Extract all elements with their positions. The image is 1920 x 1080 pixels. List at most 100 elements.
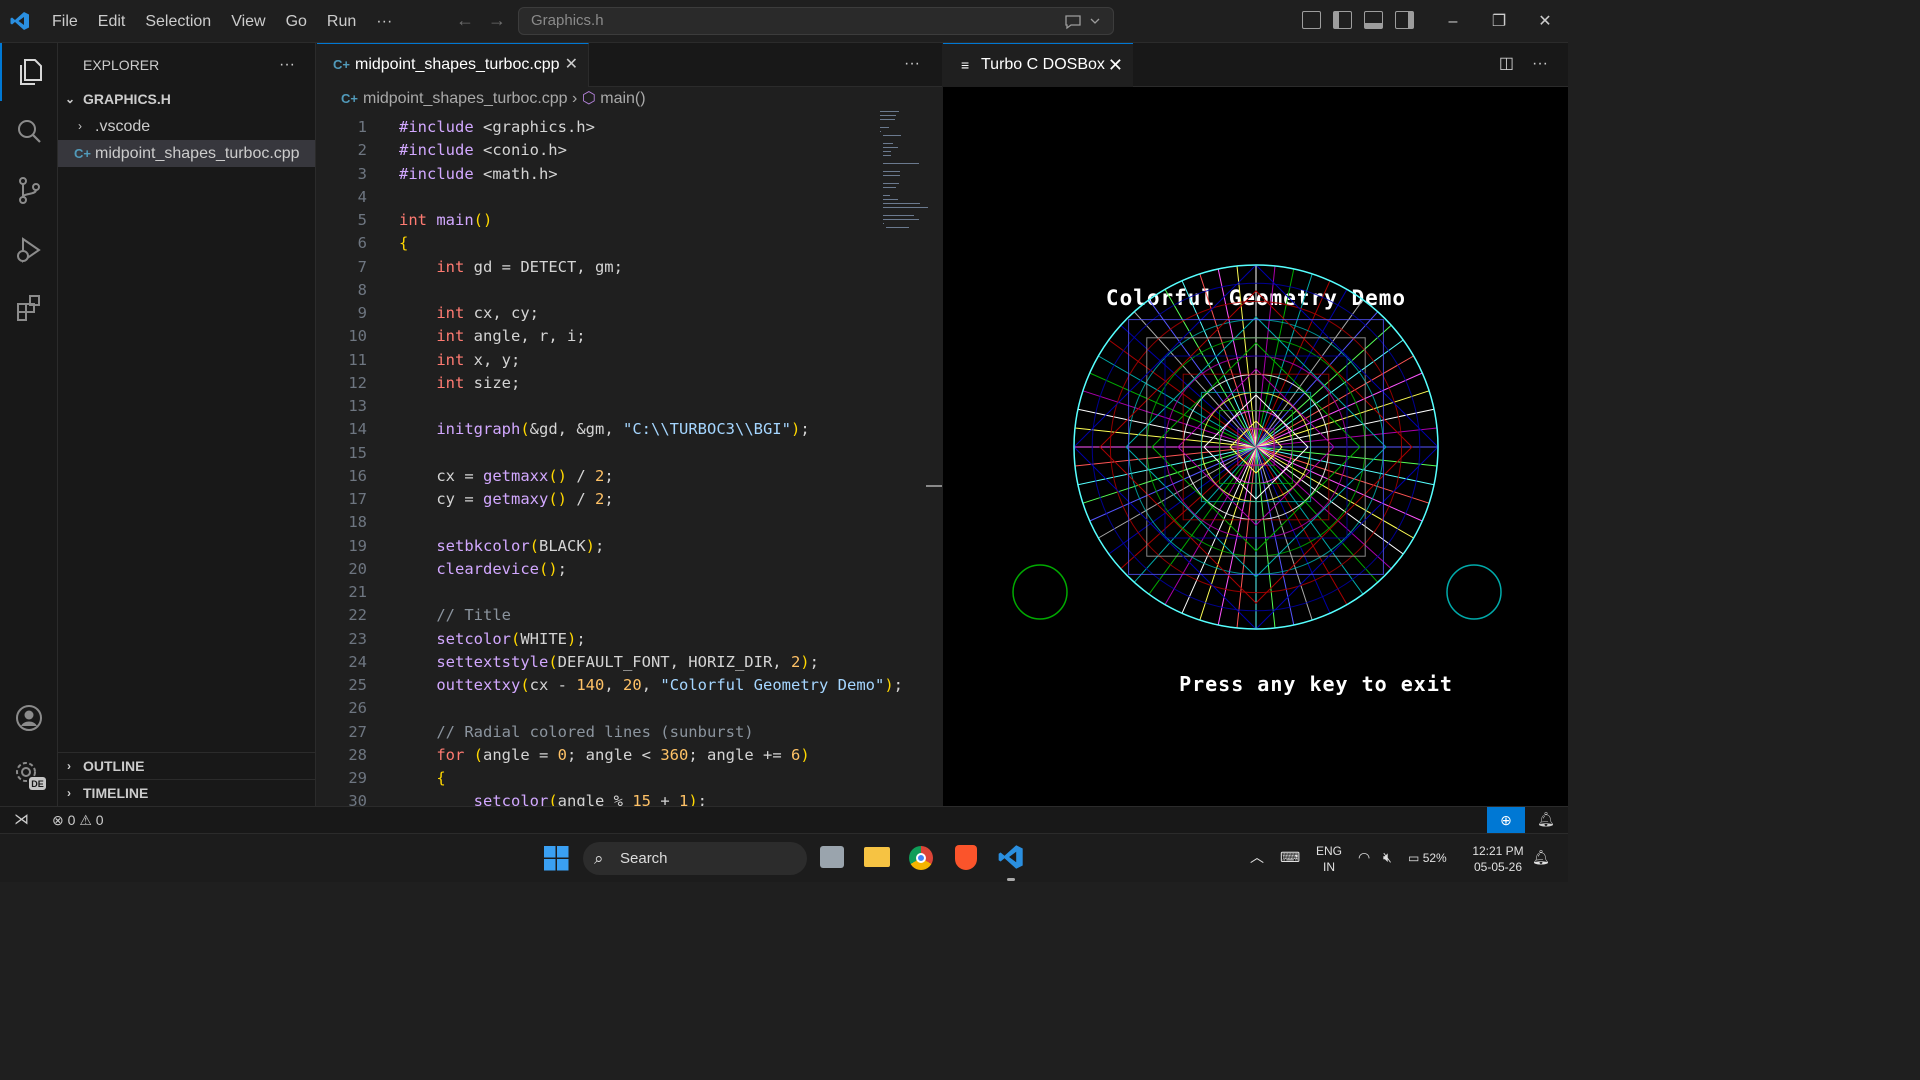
vscode-taskbar-icon[interactable]	[998, 844, 1024, 881]
explorer-more-icon[interactable]: ···	[279, 43, 295, 87]
taskbar-search[interactable]: ⌕ Search	[583, 842, 807, 875]
line-number: 11	[348, 350, 367, 369]
code-line[interactable]: 29 {	[317, 767, 917, 790]
breadcrumb-file[interactable]: midpoint_shapes_turboc.cpp	[363, 90, 568, 107]
chrome-icon[interactable]	[909, 846, 933, 870]
minimap[interactable]	[880, 111, 929, 237]
minimize-icon[interactable]: –	[1430, 0, 1476, 43]
menu-edit[interactable]: Edit	[86, 0, 134, 43]
volume-muted-icon[interactable]: 🔇︎	[1383, 849, 1392, 865]
toggle-primary-sidebar-icon[interactable]	[1333, 11, 1352, 29]
minimap-line	[883, 215, 914, 216]
code-line[interactable]: 5 int main()	[317, 209, 917, 232]
code-line[interactable]: 27 // Radial colored lines (sunburst)	[317, 721, 917, 744]
code-line[interactable]: 6{	[317, 232, 917, 255]
clock[interactable]: 12:21 PM 05-05-26	[1470, 843, 1526, 875]
code-line[interactable]: 9 int cx, cy;	[317, 302, 917, 325]
menu-go[interactable]: Go	[274, 0, 315, 43]
menu-run[interactable]: Run	[315, 0, 364, 43]
code-line[interactable]: 16 cx = getmaxx() / 2;	[317, 465, 917, 488]
toggle-panel-icon[interactable]	[1364, 11, 1383, 29]
settings-gear-icon[interactable]: DE	[0, 745, 58, 803]
menu-file[interactable]: File	[40, 0, 86, 43]
minimap-line	[883, 147, 898, 148]
code-line[interactable]: 22 // Title	[317, 604, 917, 627]
explorer-icon[interactable]	[0, 43, 58, 101]
code-line[interactable]: 18	[317, 511, 917, 534]
code-line[interactable]: 8	[317, 279, 917, 302]
menu-selection[interactable]: Selection	[133, 0, 219, 43]
code-line[interactable]: 1 #include <graphics.h>	[317, 116, 917, 139]
dosbox-screen[interactable]: Colorful Geometry Demo Press any key to …	[943, 87, 1568, 806]
close-tab-icon[interactable]: ✕	[565, 44, 578, 86]
code-line[interactable]: 4	[317, 186, 917, 209]
code-line[interactable]: 15	[317, 442, 917, 465]
code-text: setcolor(angle % 15 + 1);	[473, 792, 708, 806]
customize-layout-icon[interactable]	[1302, 11, 1321, 29]
restore-icon[interactable]: ❐	[1476, 0, 1522, 43]
code-line[interactable]: 10 int angle, r, i;	[317, 325, 917, 348]
tab-turbo-c-dosbox[interactable]: ≡ Turbo C DOSBox ✕	[943, 43, 1133, 87]
breadcrumb-symbol[interactable]: main()	[600, 90, 645, 107]
code-line[interactable]: 7 int gd = DETECT, gm;	[317, 256, 917, 279]
battery-indicator[interactable]: ▭ 52%	[1408, 850, 1447, 866]
folder-vscode[interactable]: › .vscode	[58, 113, 315, 140]
code-line[interactable]: 17 cy = getmaxy() / 2;	[317, 488, 917, 511]
code-line[interactable]: 11 int x, y;	[317, 349, 917, 372]
language-indicator[interactable]: ENG IN	[1314, 843, 1344, 875]
back-arrow-icon[interactable]: ←	[456, 10, 474, 31]
keyboard-icon[interactable]: ⌨	[1280, 849, 1300, 865]
timeline-section[interactable]: › TIMELINE	[58, 779, 316, 806]
code-text: int angle, r, i;	[436, 327, 586, 346]
folder-root[interactable]: ⌄ GRAPHICS.H	[58, 86, 315, 113]
notification-icon[interactable]: 🔔︎	[1532, 849, 1550, 865]
menu-view[interactable]: View	[219, 0, 273, 43]
brave-icon[interactable]	[955, 845, 977, 870]
code-line[interactable]: 20 cleardevice();	[317, 558, 917, 581]
windows-start-icon[interactable]	[544, 846, 569, 876]
outline-section[interactable]: › OUTLINE	[58, 752, 316, 779]
code-line[interactable]: 13	[317, 395, 917, 418]
code-line[interactable]: 3 #include <math.h>	[317, 163, 917, 186]
wifi-icon[interactable]: ◠	[1358, 849, 1370, 865]
code-line[interactable]: 21	[317, 581, 917, 604]
file-explorer-icon[interactable]	[864, 847, 890, 867]
extensions-icon[interactable]	[0, 279, 58, 337]
code-line[interactable]: 2 #include <conio.h>	[317, 139, 917, 162]
search-icon[interactable]	[0, 103, 58, 161]
file-midpoint-shapes[interactable]: C+ midpoint_shapes_turboc.cpp	[58, 140, 315, 167]
scrollbar-indicator[interactable]	[926, 485, 942, 487]
code-line[interactable]: 24 settextstyle(DEFAULT_FONT, HORIZ_DIR,…	[317, 651, 917, 674]
code-text: cy = getmaxy() / 2;	[399, 490, 614, 508]
line-number: 7	[357, 257, 367, 276]
show-hidden-icons-icon[interactable]: ︿	[1250, 849, 1264, 865]
code-line[interactable]: 28 for (angle = 0; angle < 360; angle +=…	[317, 744, 917, 767]
command-center-search[interactable]: Graphics.h	[518, 7, 1114, 35]
code-line[interactable]: 23 setcolor(WHITE);	[317, 628, 917, 651]
code-line[interactable]: 30 setcolor(angle % 15 + 1);	[317, 790, 917, 806]
forward-arrow-icon[interactable]: →	[488, 10, 506, 31]
run-debug-icon[interactable]	[0, 221, 58, 279]
editor-more-icon[interactable]: ···	[904, 43, 920, 85]
tab-midpoint-shapes[interactable]: C+ midpoint_shapes_turboc.cpp ✕	[317, 43, 589, 87]
zoom-icon[interactable]: ⊕	[1487, 807, 1525, 833]
split-editor-icon[interactable]: ◫	[1499, 43, 1514, 85]
menu-more[interactable]: ···	[364, 0, 400, 43]
toggle-secondary-sidebar-icon[interactable]	[1395, 11, 1414, 29]
close-window-icon[interactable]: ✕	[1522, 0, 1568, 43]
code-line[interactable]: 26	[317, 697, 917, 720]
code-line[interactable]: 19 setbkcolor(BLACK);	[317, 535, 917, 558]
problems-indicator[interactable]: ⊗ 0 ⚠ 0	[52, 812, 104, 829]
code-area[interactable]: 1 #include <graphics.h> 2 #include <conio.h…	[317, 113, 937, 806]
account-icon[interactable]	[0, 689, 58, 747]
code-line[interactable]: 25 outtextxy(cx - 140, 20, "Colorful Geo…	[317, 674, 917, 697]
close-tab-icon[interactable]: ✕	[1108, 44, 1123, 86]
task-view-icon[interactable]	[820, 846, 844, 868]
code-line[interactable]: 12 int size;	[317, 372, 917, 395]
panel-more-icon[interactable]: ···	[1532, 43, 1548, 85]
source-control-icon[interactable]	[0, 161, 58, 219]
notifications-bell-icon[interactable]: 🔔︎	[1537, 811, 1555, 828]
code-line[interactable]: 14 initgraph(&gd, &gm, "C:\\TURBOC3\\BGI…	[317, 418, 917, 441]
chat-icon[interactable]	[1063, 8, 1103, 42]
remote-icon[interactable]: ⋊	[14, 810, 29, 828]
